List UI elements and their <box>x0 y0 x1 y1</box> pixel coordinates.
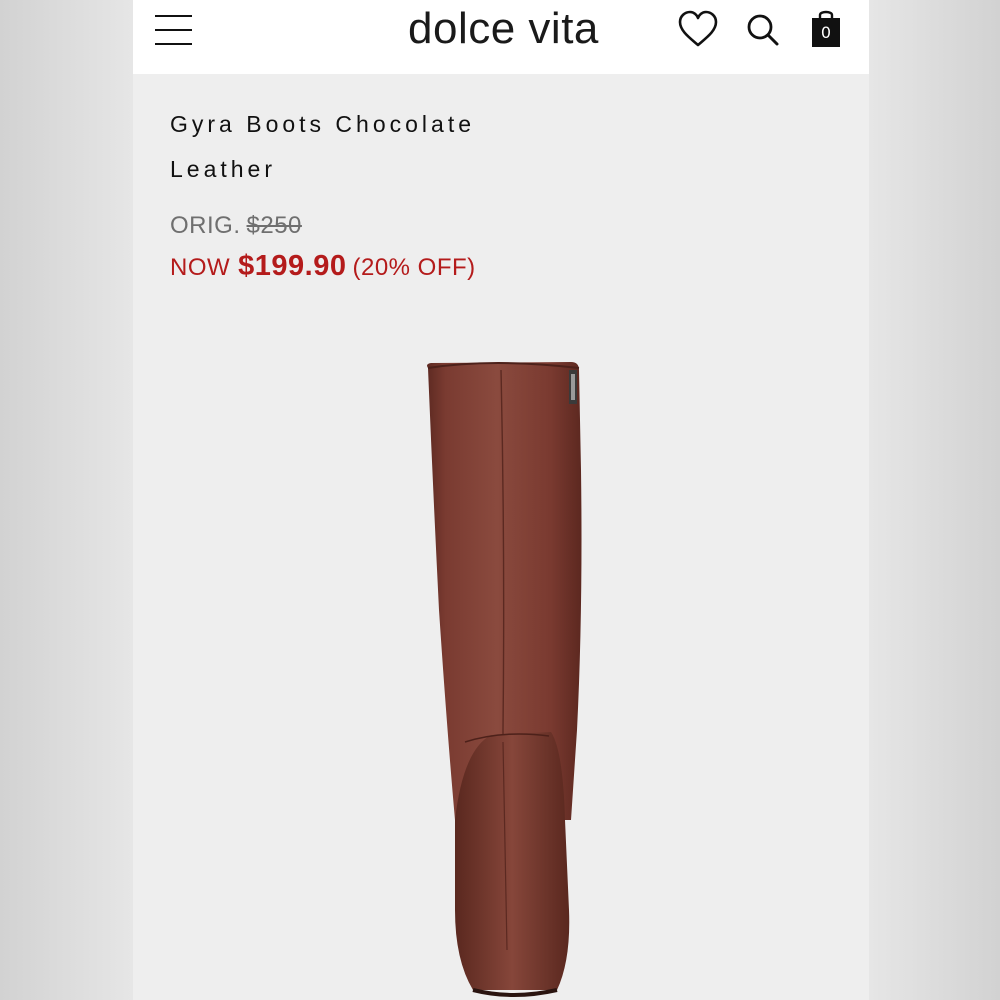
mobile-page: dolce vita 0 Gyra Boots Chocolate Leathe… <box>133 0 869 1000</box>
sale-price-label: NOW <box>170 254 231 281</box>
background-right <box>869 0 1000 1000</box>
product-title-line-1: Gyra Boots Chocolate <box>170 111 476 137</box>
original-price-label: ORIG. <box>170 212 241 239</box>
cart-count: 0 <box>820 23 832 42</box>
heart-icon[interactable] <box>676 9 720 49</box>
background-left <box>0 0 133 1000</box>
discount-badge: (20% OFF) <box>352 254 476 281</box>
shopping-bag-icon[interactable]: 0 <box>810 8 842 48</box>
product-image-boot[interactable] <box>373 350 613 1000</box>
sale-price-row: NOW $199.90 (20% OFF) <box>170 250 476 283</box>
original-price-row: ORIG. $250 <box>170 212 302 240</box>
product-title: Gyra Boots Chocolate Leather <box>170 102 730 192</box>
site-header: dolce vita 0 <box>133 0 869 74</box>
menu-icon[interactable] <box>155 12 193 48</box>
original-price: $250 <box>246 212 302 239</box>
product-title-line-2: Leather <box>170 156 277 182</box>
sale-price: $199.90 <box>238 250 347 282</box>
search-icon[interactable] <box>745 12 781 48</box>
brand-logo[interactable]: dolce vita <box>408 4 599 54</box>
